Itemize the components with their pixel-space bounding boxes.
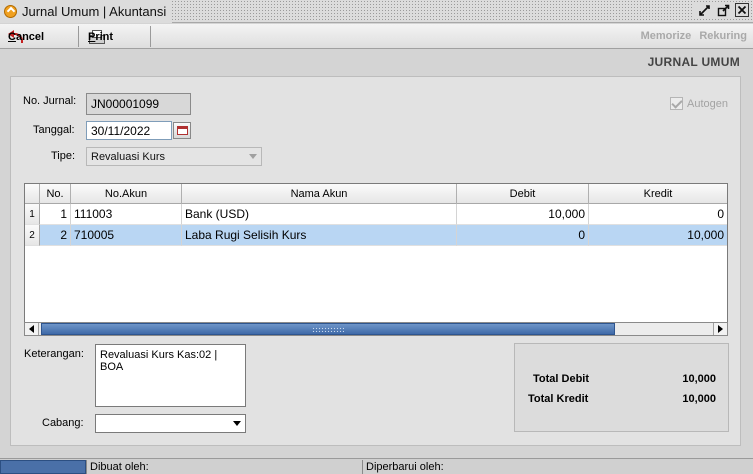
no-jurnal-label: No. Jurnal: (23, 95, 77, 107)
keterangan-label: Keterangan: (24, 348, 84, 360)
calendar-button[interactable] (173, 122, 191, 139)
row-header[interactable]: 1 (25, 204, 40, 225)
cell-debit[interactable]: 10,000 (457, 204, 589, 225)
print-button[interactable]: Print (88, 26, 113, 47)
journal-form-panel: No. Jurnal: JN00001099 Tanggal: 30/11/20… (10, 76, 741, 446)
cabang-label: Cabang: (42, 417, 84, 429)
cell-nama-akun[interactable]: Laba Rugi Selisih Kurs (182, 225, 457, 246)
journal-grid[interactable]: No. No.Akun Nama Akun Debit Kredit 1 1 1… (24, 183, 728, 336)
diperbarui-oleh-label: Diperbarui oleh: (362, 460, 753, 474)
total-kredit-value: 10,000 (682, 393, 716, 405)
status-indicator (0, 460, 86, 474)
chevron-down-icon (233, 421, 241, 426)
scrollbar-thumb[interactable] (41, 323, 615, 335)
chevron-down-icon (249, 154, 257, 159)
cell-debit[interactable]: 0 (457, 225, 589, 246)
arrow-left-icon (29, 325, 34, 333)
print-label: Print (88, 30, 114, 43)
scroll-left-button[interactable] (25, 323, 39, 335)
scroll-right-button[interactable] (713, 323, 727, 335)
toolbar-separator (150, 26, 151, 47)
status-bar: Dibuat oleh: Diperbarui oleh: (0, 458, 753, 474)
no-jurnal-field: JN00001099 (86, 93, 191, 115)
col-header-kredit[interactable]: Kredit (589, 184, 727, 204)
row-header[interactable]: 2 (25, 225, 40, 246)
close-icon[interactable] (735, 3, 749, 17)
grip-icon (312, 327, 344, 332)
tipe-select: Revaluasi Kurs (86, 147, 262, 166)
title-wrap: Jurnal Umum | Akuntansi (0, 0, 173, 23)
col-header-no-akun[interactable]: No.Akun (71, 184, 182, 204)
window-controls (693, 3, 749, 18)
horizontal-scrollbar[interactable] (24, 322, 728, 336)
col-header-debit[interactable]: Debit (457, 184, 589, 204)
cancel-button[interactable]: Cancel (8, 26, 44, 47)
autogen-checkbox: Autogen (670, 97, 728, 110)
memorize-button[interactable]: Memorize (641, 30, 692, 42)
window-title: Jurnal Umum | Akuntansi (22, 4, 167, 19)
cell-no-akun[interactable]: 111003 (71, 204, 182, 225)
row-header-corner (25, 184, 40, 204)
rekuring-button[interactable]: Rekuring (699, 30, 747, 42)
col-header-no[interactable]: No. (40, 184, 71, 204)
checkbox-checked-icon (670, 97, 684, 110)
total-kredit-label: Total Kredit (528, 393, 589, 405)
toolbar-separator (78, 26, 79, 47)
app-icon (4, 5, 17, 18)
table-row[interactable]: 1 1 111003 Bank (USD) 10,000 0 (25, 204, 727, 225)
toolbar-right: Memorize Rekuring (641, 30, 747, 42)
tipe-label: Tipe: (51, 150, 76, 162)
keterangan-textarea[interactable]: Revaluasi Kurs Kas:02 | BOA (95, 344, 246, 407)
calendar-icon (176, 126, 188, 135)
total-debit-label: Total Debit (533, 373, 590, 385)
cell-kredit[interactable]: 10,000 (589, 225, 727, 246)
dibuat-oleh-label: Dibuat oleh: (86, 460, 362, 474)
section-title: JURNAL UMUM (647, 55, 740, 69)
cell-no-akun[interactable]: 710005 (71, 225, 182, 246)
maximize-icon[interactable] (716, 3, 731, 18)
cancel-label: Cancel (8, 30, 45, 43)
col-header-nama-akun[interactable]: Nama Akun (182, 184, 457, 204)
arrow-right-icon (718, 325, 723, 333)
totals-panel: Total Debit 10,000 Total Kredit 10,000 (514, 343, 729, 432)
cell-kredit[interactable]: 0 (589, 204, 727, 225)
cell-nama-akun[interactable]: Bank (USD) (182, 204, 457, 225)
tipe-value: Revaluasi Kurs (91, 150, 165, 163)
tanggal-label: Tanggal: (33, 124, 75, 136)
restore-icon[interactable] (697, 3, 712, 18)
table-row[interactable]: 2 2 710005 Laba Rugi Selisih Kurs 0 10,0… (25, 225, 727, 246)
toolbar: Cancel Print Memorize Rekuring (0, 24, 753, 49)
autogen-label: Autogen (687, 97, 728, 110)
title-bar: Jurnal Umum | Akuntansi (0, 0, 753, 23)
grid-header: No. No.Akun Nama Akun Debit Kredit (25, 184, 727, 204)
cell-no[interactable]: 1 (40, 204, 71, 225)
total-debit-value: 10,000 (682, 373, 716, 385)
cabang-select[interactable] (95, 414, 246, 433)
tanggal-field[interactable]: 30/11/2022 (86, 121, 172, 140)
cell-no[interactable]: 2 (40, 225, 71, 246)
